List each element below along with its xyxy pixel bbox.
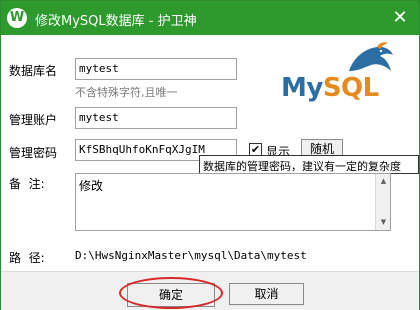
db-name-field[interactable]: mytest — [75, 58, 237, 80]
title-bar[interactable]: W 修改MySQL数据库 - 护卫神 ✕ — [1, 1, 419, 35]
highlight-circle — [119, 277, 223, 309]
close-icon[interactable]: ✕ — [387, 5, 413, 31]
logo-my-text: My — [281, 73, 323, 103]
dialog-window: W 修改MySQL数据库 - 护卫神 ✕ MySQL 数据库名 mytest 不… — [0, 0, 420, 310]
mysql-wordmark: MySQL — [281, 73, 379, 103]
account-label: 管理账户 — [9, 113, 58, 127]
remark-label: 备 注: — [9, 177, 45, 191]
password-tooltip: 数据库的管理密码，建议有一定的复杂度 — [199, 155, 419, 174]
db-name-label: 数据库名 — [9, 64, 58, 78]
path-label: 路 径: — [9, 251, 45, 265]
account-field[interactable]: mytest — [75, 107, 237, 129]
window-title: 修改MySQL数据库 - 护卫神 — [35, 14, 197, 29]
scroll-down-icon[interactable]: ▼ — [376, 215, 391, 230]
remark-textarea[interactable]: 修改 — [75, 173, 391, 231]
remark-scrollbar[interactable]: ▲ ▼ — [375, 174, 390, 230]
password-label: 管理密码 — [9, 146, 58, 160]
cancel-button[interactable]: 取消 — [229, 283, 304, 305]
app-logo-icon: W — [7, 8, 27, 28]
scroll-up-icon[interactable]: ▲ — [376, 174, 391, 189]
mysql-logo: MySQL — [281, 41, 401, 111]
path-value: D:\HwsNginxMaster\mysql\Data\mytest — [75, 249, 307, 262]
logo-sql-text: SQL — [322, 73, 379, 103]
db-name-hint: 不含特殊字符,且唯一 — [75, 86, 178, 99]
